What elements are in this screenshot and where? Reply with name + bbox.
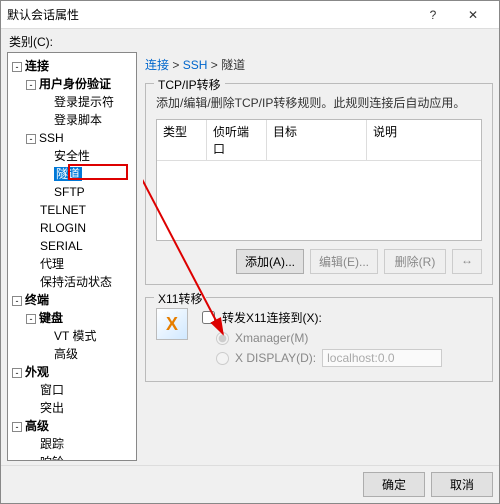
tree-appearance[interactable]: 外观 (25, 365, 49, 379)
tree-login-prompt[interactable]: 登录提示符 (54, 95, 114, 109)
tcpip-title: TCP/IP转移 (154, 76, 225, 93)
tree-auth[interactable]: 用户身份验证 (39, 77, 111, 91)
col-desc[interactable]: 说明 (367, 120, 481, 161)
tree-trace[interactable]: 跟踪 (40, 437, 64, 451)
xmanager-label: Xmanager(M) (235, 331, 308, 345)
tree-sftp[interactable]: SFTP (54, 185, 85, 199)
forward-x11-label: 转发X11连接到(X): (222, 309, 322, 326)
expand-icon[interactable]: - (12, 368, 22, 378)
crumb-ssh[interactable]: SSH (183, 58, 208, 72)
more-button: ↔ (452, 249, 482, 274)
close-button[interactable]: ✕ (453, 1, 493, 29)
forward-x11-checkbox[interactable]: 转发X11连接到(X): (198, 308, 482, 327)
forward-x11-input[interactable] (202, 311, 215, 324)
category-label: 类别(C): (7, 29, 495, 52)
col-type[interactable]: 类型 (157, 120, 207, 161)
help-button[interactable]: ? (413, 1, 453, 29)
tree-adv[interactable]: 高级 (25, 419, 49, 433)
col-target[interactable]: 目标 (267, 120, 367, 161)
tree-tunnel[interactable]: 隧道 (54, 167, 82, 181)
tree-keepalive[interactable]: 保持活动状态 (40, 275, 112, 289)
tree-window[interactable]: 窗口 (40, 383, 64, 397)
x11-options: 转发X11连接到(X): Xmanager(M) X DISPLAY(D): (198, 308, 482, 371)
right-pane: 连接 > SSH > 隧道 TCP/IP转移 添加/编辑/删除TCP/IP转移规… (143, 52, 495, 461)
xmanager-radio (216, 332, 229, 345)
tree-rlogin[interactable]: RLOGIN (40, 221, 86, 235)
expand-icon[interactable]: - (26, 134, 36, 144)
tree-security[interactable]: 安全性 (54, 149, 90, 163)
dialog-footer: 确定 取消 (1, 465, 499, 503)
tree-telnet[interactable]: TELNET (40, 203, 86, 217)
category-tree[interactable]: -连接 -用户身份验证 登录提示符 登录脚本 -SSH 安全性 (7, 52, 137, 461)
expand-icon[interactable]: - (26, 80, 36, 90)
tree-bell[interactable]: 响铃 (40, 455, 64, 461)
x11-title: X11转移 (154, 290, 206, 307)
window-buttons: ? ✕ (413, 1, 493, 29)
breadcrumb: 连接 > SSH > 隧道 (143, 52, 495, 77)
xdisplay-input (322, 349, 442, 367)
edit-button: 编辑(E)... (310, 249, 378, 274)
tree-highlight[interactable]: 突出 (40, 401, 64, 415)
xdisplay-label: X DISPLAY(D): (235, 351, 316, 365)
xdisplay-radio (216, 352, 229, 365)
add-button[interactable]: 添加(A)... (236, 249, 304, 274)
cancel-button[interactable]: 取消 (431, 472, 493, 497)
tree-adv1[interactable]: 高级 (54, 347, 78, 361)
main-row: -连接 -用户身份验证 登录提示符 登录脚本 -SSH 安全性 (7, 52, 495, 461)
window-title: 默认会话属性 (7, 6, 413, 23)
expand-icon[interactable]: - (12, 422, 22, 432)
dialog-window: 默认会话属性 ? ✕ 类别(C): -连接 -用户身份验证 登录提示符 登录脚本 (0, 0, 500, 504)
tcpip-buttons: 添加(A)... 编辑(E)... 删除(R) ↔ (156, 249, 482, 274)
tree-keyboard[interactable]: 键盘 (39, 311, 63, 325)
tree-vt[interactable]: VT 模式 (54, 329, 96, 343)
titlebar: 默认会话属性 ? ✕ (1, 1, 499, 29)
expand-icon[interactable]: - (12, 62, 22, 72)
tcpip-hint: 添加/编辑/删除TCP/IP转移规则。此规则连接后自动应用。 (156, 94, 482, 111)
ok-button[interactable]: 确定 (363, 472, 425, 497)
tree-proxy[interactable]: 代理 (40, 257, 64, 271)
expand-icon[interactable]: - (12, 296, 22, 306)
tree-terminal[interactable]: 终端 (25, 293, 49, 307)
crumb-conn[interactable]: 连接 (145, 58, 169, 72)
tree-serial[interactable]: SERIAL (40, 239, 83, 253)
tree-conn[interactable]: 连接 (25, 59, 49, 73)
expand-icon[interactable]: - (26, 314, 36, 324)
crumb-tunnel: 隧道 (221, 58, 245, 72)
xmanager-icon: X (156, 308, 188, 340)
col-listen[interactable]: 侦听端口 (207, 120, 267, 161)
rule-list[interactable] (156, 161, 482, 241)
delete-button: 删除(R) (384, 249, 446, 274)
tcpip-group: TCP/IP转移 添加/编辑/删除TCP/IP转移规则。此规则连接后自动应用。 … (145, 83, 493, 285)
rule-list-header: 类型 侦听端口 目标 说明 (156, 119, 482, 161)
tree-login-script[interactable]: 登录脚本 (54, 113, 102, 127)
x11-group: X11转移 X 转发X11连接到(X): Xmanager(M) (145, 297, 493, 382)
tree-ssh[interactable]: SSH (39, 131, 64, 145)
content-area: 类别(C): -连接 -用户身份验证 登录提示符 登录脚本 -SSH (1, 29, 499, 465)
